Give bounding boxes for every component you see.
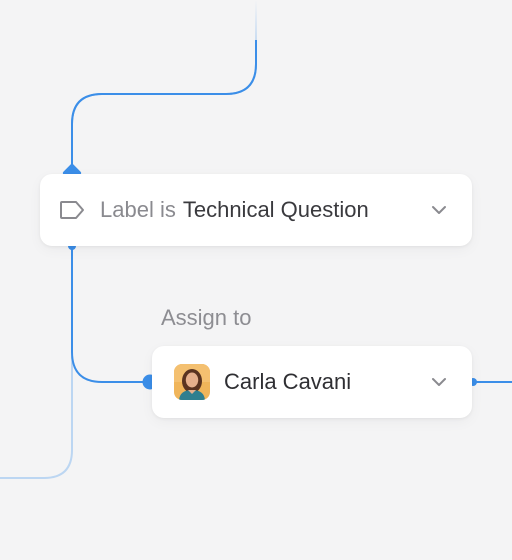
condition-prefix: Label is <box>100 197 176 222</box>
tag-outline-icon <box>58 200 86 220</box>
workflow-connectors <box>0 0 512 479</box>
assign-section-label: Assign to <box>161 305 252 330</box>
condition-value: Technical Question <box>182 197 369 222</box>
condition-to-assign-line <box>71 246 150 383</box>
workflow-canvas: Label is Technical Question Assign to Ca… <box>0 0 512 560</box>
assignee-name: Carla Cavani <box>224 369 352 394</box>
background-connector-line <box>0 330 73 479</box>
assignee-select[interactable]: Carla Cavani <box>152 346 472 418</box>
condition-text: Label is Technical Question <box>100 197 428 223</box>
chevron-down-icon[interactable] <box>428 199 450 221</box>
condition-node[interactable]: Label is Technical Question <box>40 174 472 246</box>
chevron-down-icon[interactable] <box>428 371 450 393</box>
incoming-connector-line <box>71 0 257 174</box>
user-avatar <box>174 364 210 400</box>
